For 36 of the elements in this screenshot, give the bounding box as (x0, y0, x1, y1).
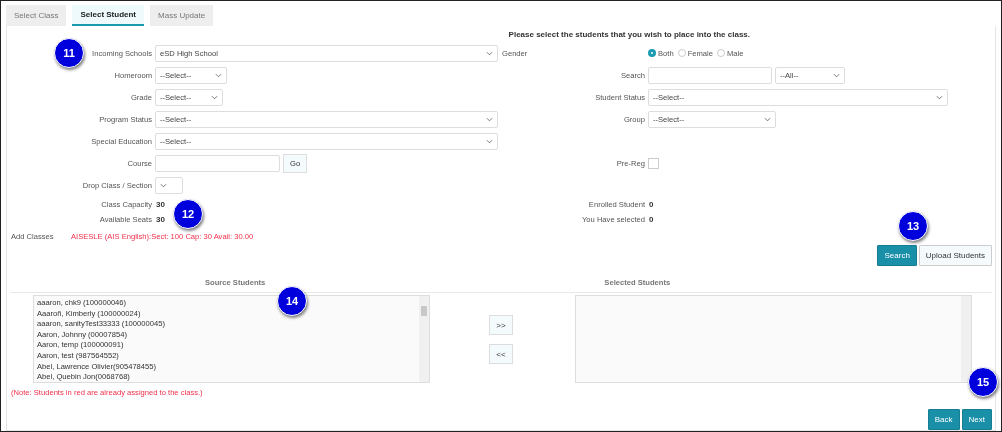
stat-value: 30 (156, 215, 165, 224)
step-badge: 14 (277, 286, 307, 316)
upload-button[interactable]: Upload Students (918, 245, 992, 266)
search-button[interactable]: Search (877, 245, 917, 266)
chevron-icon (160, 182, 167, 188)
next-button[interactable]: Next (961, 409, 992, 430)
chevron-icon (215, 72, 222, 78)
chevron-icon (486, 116, 493, 122)
move-button[interactable]: >> (489, 315, 513, 335)
move-button[interactable]: << (489, 344, 513, 364)
selected-list[interactable] (575, 295, 972, 383)
tab[interactable]: Select Class (6, 5, 67, 26)
step-badge: 15 (968, 367, 998, 397)
chevron-icon (833, 72, 840, 78)
step-badge: 12 (173, 199, 203, 229)
stat-value: 0 (649, 215, 654, 224)
back-button[interactable]: Back (927, 409, 960, 430)
chevron-icon (764, 116, 771, 122)
chevron-icon (486, 50, 493, 56)
tab[interactable]: Select Student (72, 5, 145, 26)
chevron-icon (486, 138, 493, 144)
stat-value: 0 (649, 200, 654, 209)
checkbox[interactable] (648, 157, 659, 169)
step-badge: 13 (898, 211, 928, 241)
scrollbar[interactable] (419, 296, 429, 382)
input-field[interactable] (155, 154, 280, 172)
chevron-icon (211, 94, 218, 100)
stat-value: 30 (156, 200, 165, 209)
search-field[interactable] (648, 66, 772, 84)
chevron-icon (936, 94, 943, 100)
instruction-text: Please select the students that you wish to place into the class. (507, 29, 751, 41)
step-badge: 11 (54, 38, 84, 68)
source-list[interactable] (33, 295, 430, 383)
tab[interactable]: Mass Update (150, 5, 214, 26)
scrollbar[interactable] (961, 296, 971, 382)
select-field[interactable] (155, 176, 183, 194)
